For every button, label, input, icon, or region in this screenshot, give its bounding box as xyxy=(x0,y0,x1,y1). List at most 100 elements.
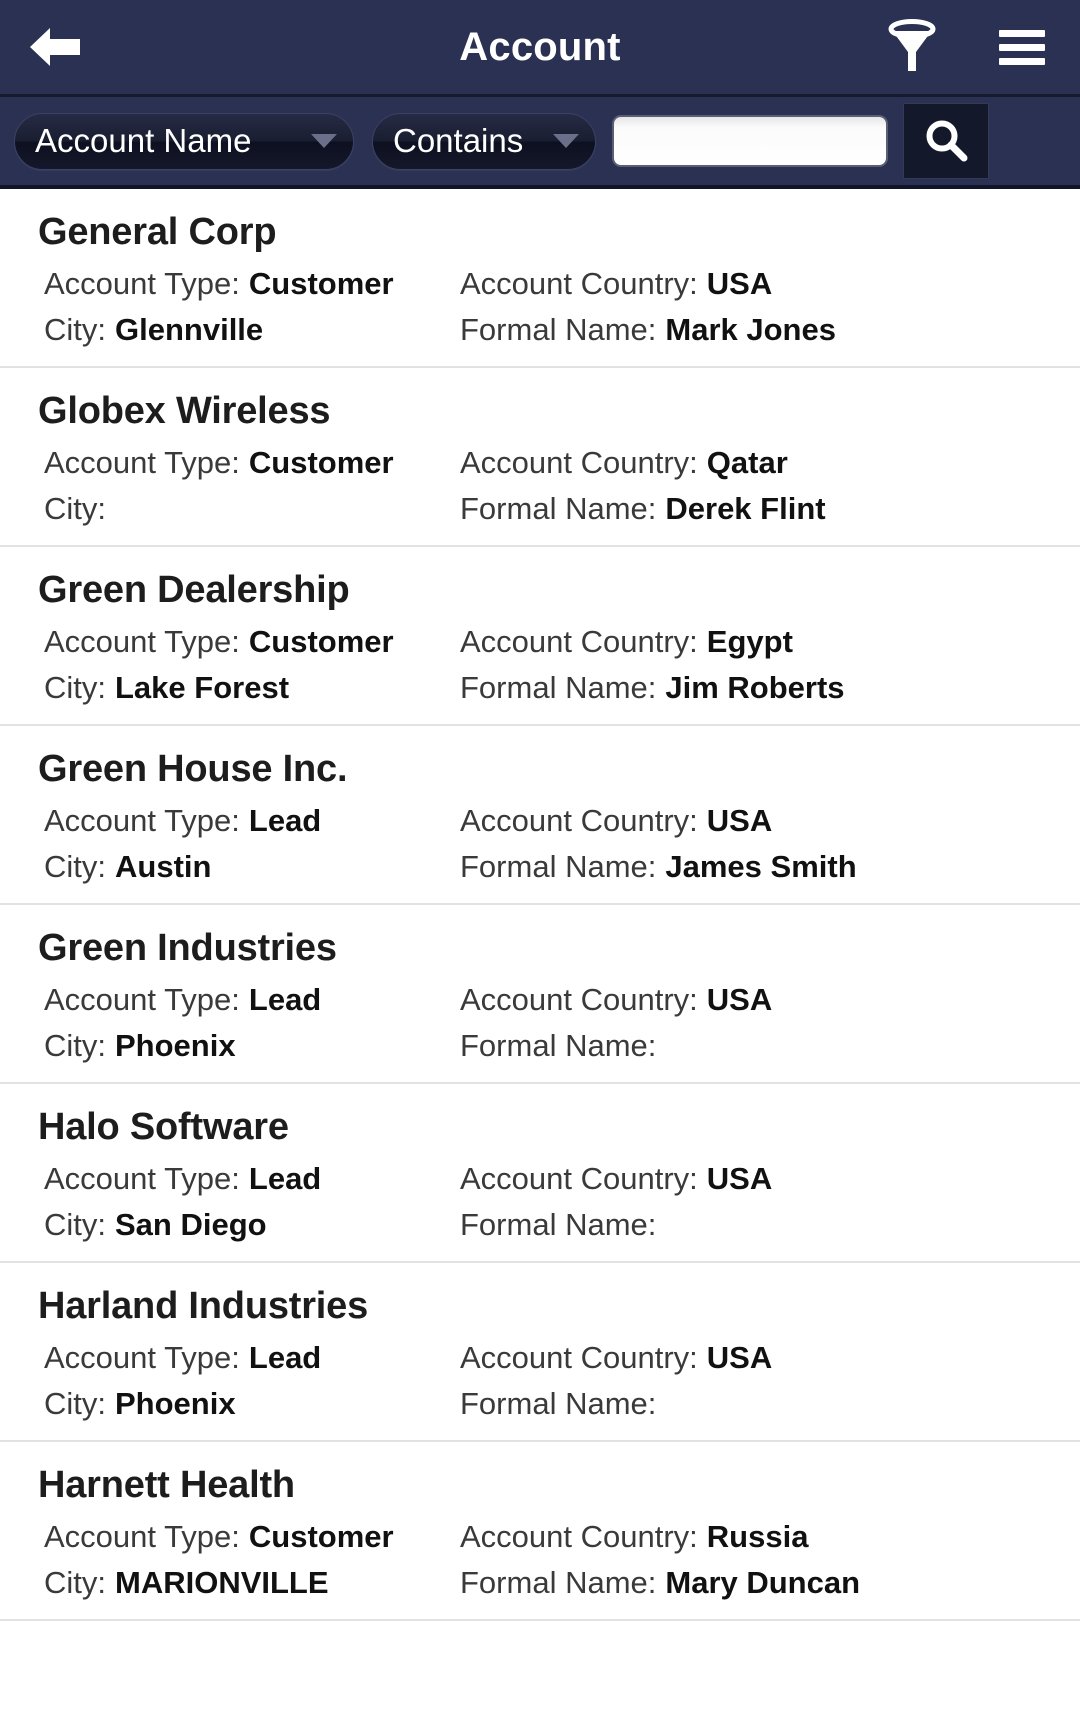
search-field-dropdown[interactable]: Account Name xyxy=(14,112,354,170)
city-label-cell: City: San Diego xyxy=(0,1207,460,1243)
account-country-label: Account Country: xyxy=(460,1519,698,1554)
hamburger-menu-icon xyxy=(999,23,1045,72)
account-type-value: Lead xyxy=(248,803,322,838)
account-type-label-cell: Account Type: Lead xyxy=(0,803,460,839)
account-type-label: Account Type: xyxy=(44,982,240,1017)
account-name: Green Industries xyxy=(38,927,337,969)
account-type-label-cell: Account Type: Customer xyxy=(0,266,460,302)
account-country-label-cell: Account Country: USA xyxy=(460,266,1080,302)
search-input[interactable] xyxy=(612,115,888,167)
formal-name-label-cell: Formal Name: Mark Jones xyxy=(460,312,1080,348)
city-label-cell: City: Phoenix xyxy=(0,1386,460,1422)
search-field-dropdown-label: Account Name xyxy=(35,122,252,159)
formal-name-label-cell: Formal Name: xyxy=(460,1386,1080,1422)
account-detail-row: Account Type: Lead Account Country: USA xyxy=(0,982,1080,1018)
account-list-item[interactable]: Green House Inc. Account Type: Lead Account… xyxy=(0,726,1080,905)
account-type-value: Customer xyxy=(248,266,394,301)
account-type-value: Lead xyxy=(248,1161,322,1196)
search-filter-bar: Account Name Contains xyxy=(0,97,1080,189)
account-detail-row: Account Type: Customer Account Country: Egy… xyxy=(0,624,1080,660)
account-list-item[interactable]: Green Industries Account Type: Lead Account… xyxy=(0,905,1080,1084)
account-detail-row: City: Austin Formal Name: James Smith xyxy=(0,849,1080,885)
account-country-label: Account Country: xyxy=(460,266,698,301)
account-list-item[interactable]: Harnett Health Account Type: Customer Accou… xyxy=(0,1442,1080,1621)
account-type-label-cell: Account Type: Customer xyxy=(0,624,460,660)
city-value: Austin xyxy=(115,849,212,884)
account-type-value: Customer xyxy=(248,1519,394,1554)
account-type-value: Lead xyxy=(248,982,322,1017)
account-type-label: Account Type: xyxy=(44,1161,240,1196)
city-label: City: xyxy=(44,491,106,526)
app-bar-actions xyxy=(882,0,1080,96)
formal-name-label: Formal Name: xyxy=(460,491,657,526)
account-country-label: Account Country: xyxy=(460,982,698,1017)
formal-name-label: Formal Name: xyxy=(460,1386,657,1421)
account-type-label: Account Type: xyxy=(44,624,240,659)
search-operator-dropdown-label: Contains xyxy=(393,122,524,159)
account-name: Green Dealership xyxy=(38,569,350,611)
account-type-label-cell: Account Type: Lead xyxy=(0,1340,460,1376)
city-label: City: xyxy=(44,312,106,347)
account-type-value: Lead xyxy=(248,1340,322,1375)
chevron-down-icon xyxy=(553,134,579,148)
back-button[interactable] xyxy=(0,0,110,96)
formal-name-label-cell: Formal Name: xyxy=(460,1028,1080,1064)
account-list-item[interactable]: Halo Software Account Type: Lead Account Co… xyxy=(0,1084,1080,1263)
account-country-label: Account Country: xyxy=(460,445,698,480)
formal-name-label-cell: Formal Name: Jim Roberts xyxy=(460,670,1080,706)
account-country-value: Russia xyxy=(706,1519,809,1554)
account-country-label: Account Country: xyxy=(460,803,698,838)
account-name: Halo Software xyxy=(38,1106,289,1148)
chevron-down-icon xyxy=(311,134,337,148)
account-detail-row: City: Lake Forest Formal Name: Jim Roberts xyxy=(0,670,1080,706)
formal-name-label-cell: Formal Name: Mary Duncan xyxy=(460,1565,1080,1601)
formal-name-label: Formal Name: xyxy=(460,312,657,347)
account-country-label-cell: Account Country: USA xyxy=(460,1340,1080,1376)
city-value: Phoenix xyxy=(115,1028,236,1063)
city-label: City: xyxy=(44,1028,106,1063)
account-type-label: Account Type: xyxy=(44,1519,240,1554)
account-list-screen: Account Account Name Contains General Co… xyxy=(0,0,1080,1731)
account-country-value: USA xyxy=(706,982,773,1017)
account-detail-row: City: Phoenix Formal Name: xyxy=(0,1028,1080,1064)
formal-name-label: Formal Name: xyxy=(460,1207,657,1242)
formal-name-label-cell: Formal Name: Derek Flint xyxy=(460,491,1080,527)
account-detail-row: Account Type: Lead Account Country: USA xyxy=(0,803,1080,839)
search-button[interactable] xyxy=(903,103,989,179)
account-list-item[interactable]: Harland Industries Account Type: Lead Accou… xyxy=(0,1263,1080,1442)
menu-button[interactable] xyxy=(992,12,1052,82)
account-type-label-cell: Account Type: Customer xyxy=(0,1519,460,1555)
city-label: City: xyxy=(44,1386,106,1421)
account-name: General Corp xyxy=(38,211,277,253)
account-list[interactable]: General Corp Account Type: Customer Account… xyxy=(0,189,1080,1731)
formal-name-label: Formal Name: xyxy=(460,1565,657,1600)
city-label: City: xyxy=(44,1207,106,1242)
account-detail-row: Account Type: Lead Account Country: USA xyxy=(0,1340,1080,1376)
account-country-label: Account Country: xyxy=(460,624,698,659)
account-detail-row: Account Type: Lead Account Country: USA xyxy=(0,1161,1080,1197)
magnifier-search-icon xyxy=(926,120,968,162)
account-name: Green House Inc. xyxy=(38,748,348,790)
account-type-label: Account Type: xyxy=(44,266,240,301)
account-detail-row: City: San Diego Formal Name: xyxy=(0,1207,1080,1243)
account-country-label: Account Country: xyxy=(460,1340,698,1375)
filter-button[interactable] xyxy=(882,12,942,82)
formal-name-label: Formal Name: xyxy=(460,849,657,884)
account-country-label-cell: Account Country: USA xyxy=(460,982,1080,1018)
account-list-item[interactable]: Green Dealership Account Type: Customer Acc… xyxy=(0,547,1080,726)
city-value: MARIONVILLE xyxy=(115,1565,329,1600)
account-list-item[interactable]: Globex Wireless Account Type: Customer Acco… xyxy=(0,368,1080,547)
account-type-value: Customer xyxy=(248,445,394,480)
city-label: City: xyxy=(44,1565,106,1600)
city-value: Glennville xyxy=(115,312,264,347)
account-country-label-cell: Account Country: Qatar xyxy=(460,445,1080,481)
search-operator-dropdown[interactable]: Contains xyxy=(372,112,596,170)
account-country-value: Egypt xyxy=(706,624,793,659)
account-type-value: Customer xyxy=(248,624,394,659)
formal-name-label: Formal Name: xyxy=(460,1028,657,1063)
city-label-cell: City: Phoenix xyxy=(0,1028,460,1064)
city-label-cell: City: Austin xyxy=(0,849,460,885)
account-list-item[interactable]: General Corp Account Type: Customer Account… xyxy=(0,189,1080,368)
city-label-cell: City: Lake Forest xyxy=(0,670,460,706)
account-detail-row: City: Formal Name: Derek Flint xyxy=(0,491,1080,527)
